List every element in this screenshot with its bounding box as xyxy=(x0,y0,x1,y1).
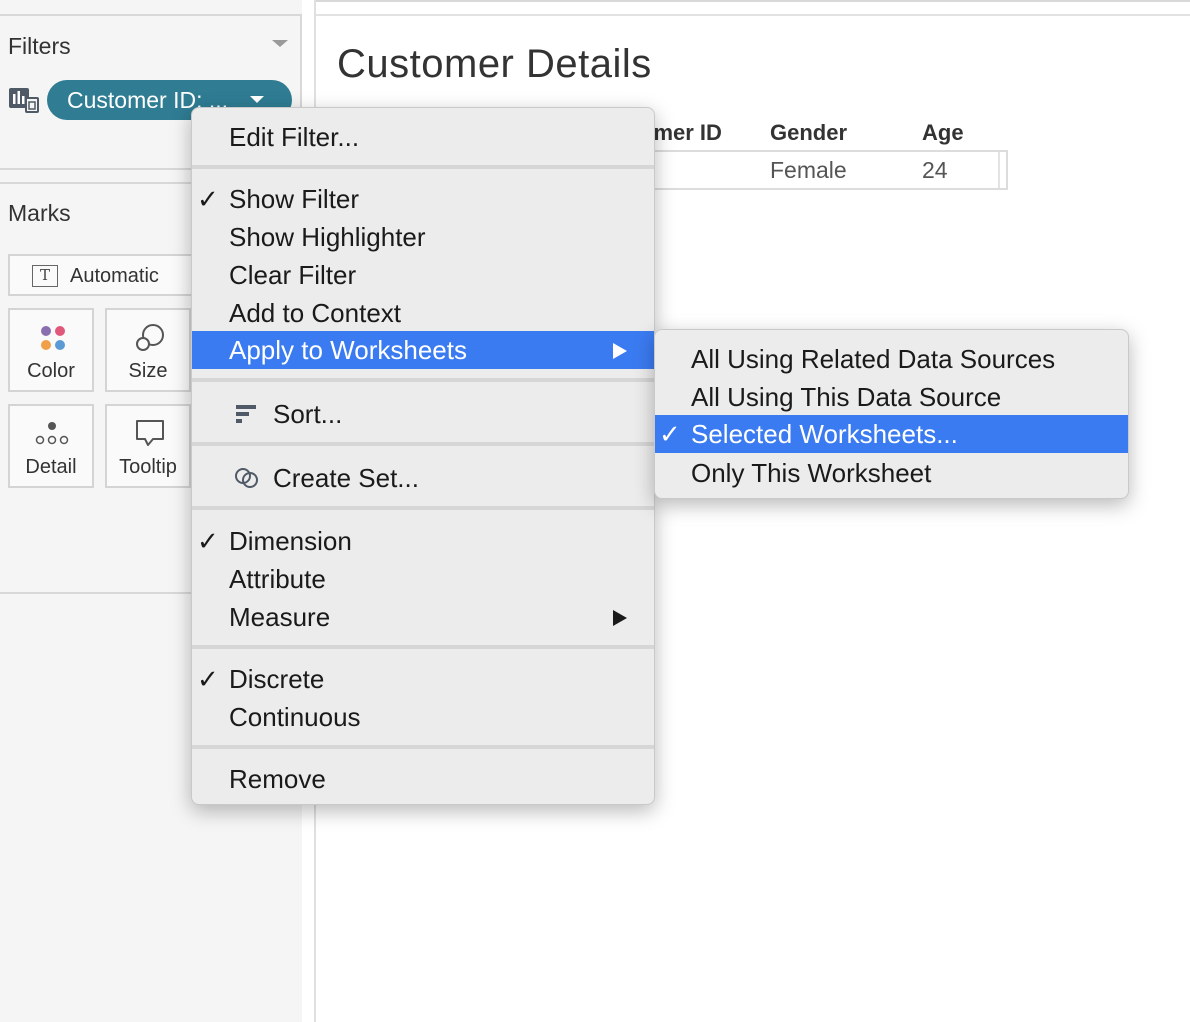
cell-gender: Female xyxy=(770,157,847,183)
mark-type-label: Automatic xyxy=(70,265,159,287)
menu-item-measure[interactable]: Measure xyxy=(192,598,654,636)
size-icon xyxy=(136,324,164,351)
menu-item-attribute[interactable]: Attribute xyxy=(192,560,654,598)
menu-item-apply-to-worksheets[interactable]: Apply to Worksheets xyxy=(192,331,654,369)
pill-dropdown-icon[interactable] xyxy=(250,96,264,103)
color-icon xyxy=(41,326,65,350)
mark-type-dropdown[interactable]: T Automatic xyxy=(8,254,208,296)
menu-item-show-filter[interactable]: ✓ Show Filter xyxy=(192,180,654,218)
submenu-item-all-this-data-source[interactable]: All Using This Data Source xyxy=(655,378,1128,416)
submenu-arrow-icon xyxy=(613,610,627,626)
menu-item-label: Edit Filter... xyxy=(229,122,360,152)
color-label: Color xyxy=(27,360,75,382)
tooltip-button[interactable]: Tooltip xyxy=(105,404,191,488)
color-button[interactable]: Color xyxy=(8,308,94,392)
menu-item-create-set[interactable]: Create Set... xyxy=(192,459,654,497)
menu-item-edit-filter[interactable]: Edit Filter... xyxy=(192,118,654,156)
submenu-item-label: Only This Worksheet xyxy=(691,458,932,488)
column-divider xyxy=(998,152,1000,188)
menu-item-sort[interactable]: Sort... xyxy=(192,395,654,433)
submenu-item-all-related-data-sources[interactable]: All Using Related Data Sources xyxy=(655,340,1128,378)
menu-item-label: Sort... xyxy=(273,399,343,429)
filters-menu-caret-icon[interactable] xyxy=(272,40,288,47)
column-header-gender[interactable]: Gender xyxy=(770,120,847,146)
size-label: Size xyxy=(128,360,168,382)
menu-item-continuous[interactable]: Continuous xyxy=(192,698,654,736)
tooltip-label: Tooltip xyxy=(119,456,177,478)
menu-item-clear-filter[interactable]: Clear Filter xyxy=(192,256,654,294)
menu-item-label: Add to Context xyxy=(229,298,401,328)
checkmark-icon: ✓ xyxy=(197,664,219,694)
menu-separator xyxy=(192,165,654,169)
submenu-item-label: All Using This Data Source xyxy=(691,382,1002,412)
menu-separator xyxy=(192,378,654,382)
detail-label: Detail xyxy=(25,456,77,478)
text-mark-icon: T xyxy=(32,265,58,287)
submenu-arrow-icon xyxy=(613,343,627,359)
menu-item-label: Show Highlighter xyxy=(229,222,426,252)
checkmark-icon: ✓ xyxy=(197,526,219,556)
menu-item-label: Dimension xyxy=(229,526,352,556)
menu-item-label: Show Filter xyxy=(229,184,360,214)
marks-title: Marks xyxy=(8,200,71,226)
menu-item-remove[interactable]: Remove xyxy=(192,760,654,798)
menu-item-label: Discrete xyxy=(229,664,325,694)
menu-item-label: Create Set... xyxy=(273,463,419,493)
menu-separator xyxy=(192,645,654,649)
create-set-icon xyxy=(235,468,258,488)
menu-item-label: Measure xyxy=(229,602,331,632)
submenu-item-selected-worksheets[interactable]: ✓ Selected Worksheets... xyxy=(655,415,1128,453)
menu-item-label: Remove xyxy=(229,764,326,794)
detail-button[interactable]: Detail xyxy=(8,404,94,488)
menu-separator xyxy=(192,506,654,510)
filter-shelf-icon xyxy=(9,88,39,113)
menu-separator xyxy=(192,745,654,749)
menu-item-label: Clear Filter xyxy=(229,260,357,290)
menu-separator xyxy=(192,442,654,446)
submenu-item-only-this-worksheet[interactable]: Only This Worksheet xyxy=(655,454,1128,492)
menu-item-show-highlighter[interactable]: Show Highlighter xyxy=(192,218,654,256)
tooltip-icon xyxy=(136,420,164,446)
menu-item-label: Attribute xyxy=(229,564,326,594)
detail-icon xyxy=(35,422,69,445)
filter-context-menu: Edit Filter... ✓ Show Filter Show Highli… xyxy=(191,107,655,805)
sheet-title: Customer Details xyxy=(337,42,652,86)
column-header-age[interactable]: Age xyxy=(922,120,964,146)
cell-age: 24 xyxy=(922,157,948,183)
menu-item-label: Apply to Worksheets xyxy=(229,335,467,365)
submenu-item-label: Selected Worksheets... xyxy=(691,419,958,449)
apply-to-worksheets-submenu: All Using Related Data Sources All Using… xyxy=(654,329,1129,499)
size-button[interactable]: Size xyxy=(105,308,191,392)
menu-item-label: Continuous xyxy=(229,702,361,732)
menu-item-dimension[interactable]: ✓ Dimension xyxy=(192,522,654,560)
menu-item-add-to-context[interactable]: Add to Context xyxy=(192,294,654,332)
checkmark-icon: ✓ xyxy=(197,184,219,214)
divider xyxy=(314,14,1190,16)
checkmark-icon: ✓ xyxy=(659,419,681,449)
submenu-item-label: All Using Related Data Sources xyxy=(691,344,1056,374)
menu-item-discrete[interactable]: ✓ Discrete xyxy=(192,660,654,698)
filters-title: Filters xyxy=(8,33,71,59)
divider xyxy=(314,0,1190,2)
sort-icon xyxy=(236,405,256,423)
